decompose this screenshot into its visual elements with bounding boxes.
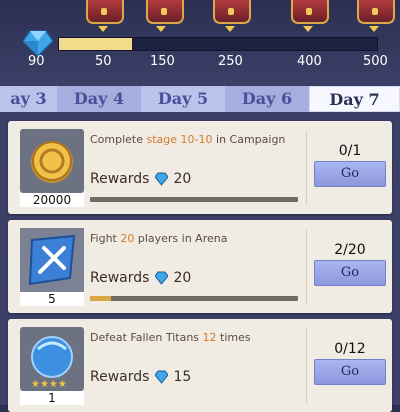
reward-icon-box (20, 129, 84, 193)
chest-icon[interactable] (291, 0, 329, 24)
reward-icon-box (20, 228, 84, 292)
quest-text: players in Arena (134, 232, 228, 245)
chest-icon[interactable] (146, 0, 184, 24)
milestone-progress-fill (59, 38, 133, 50)
quest-card: 20000 Complete stage 10-10 in Campaign R… (8, 121, 392, 214)
reward-count: 20000 (20, 193, 84, 207)
tab-day-5[interactable]: Day 5 (141, 86, 225, 112)
quest-text: Fight (90, 232, 121, 245)
tab-day-3[interactable]: ay 3 (0, 86, 57, 112)
quest-text: Complete (90, 133, 147, 146)
quest-text: in Campaign (212, 133, 286, 146)
quest-progress-text: 0/1 (338, 143, 362, 159)
go-button[interactable]: Go (314, 161, 386, 187)
go-button[interactable]: Go (314, 260, 386, 286)
milestone-label: 250 (218, 54, 243, 69)
divider (306, 329, 307, 403)
rewards-label: Rewards (90, 171, 150, 187)
svg-text:★★★★: ★★★★ (31, 379, 67, 390)
milestone-marker (303, 26, 313, 32)
quest-highlight: 20 (120, 232, 135, 245)
quest-progress-bar (90, 197, 298, 202)
day-tabs: ay 3 Day 4 Day 5 Day 6 Day 7 (0, 86, 400, 112)
quest-text: Defeat Fallen Titans (90, 331, 203, 344)
quest-text: times (216, 331, 251, 344)
quest-rewards: Rewards 20 (90, 171, 191, 187)
blue-gem-icon (22, 30, 54, 57)
quest-progress-text: 2/20 (334, 242, 366, 258)
chest-icon[interactable] (213, 0, 251, 24)
milestone-label: 150 (150, 54, 175, 69)
gold-coin-icon (31, 141, 73, 183)
quest-rewards: Rewards 20 (90, 270, 191, 286)
milestone-marker (98, 26, 108, 32)
reward-value: 20 (173, 270, 192, 286)
milestone-label: 50 (95, 54, 112, 69)
milestone-marker (225, 26, 235, 32)
milestone-marker (156, 26, 166, 32)
quest-card: ★★★★ 1 Defeat Fallen Titans 12 times Rew… (8, 319, 392, 412)
quest-card: 5 Fight 20 players in Arena Rewards 20 2… (8, 220, 392, 313)
rewards-label: Rewards (90, 270, 150, 286)
chest-icon[interactable] (86, 0, 124, 24)
blue-gem-icon (155, 370, 169, 384)
rewards-label: Rewards (90, 369, 150, 385)
milestone-bar: 90 50 150 250 400 500 (0, 0, 400, 80)
crystal-orb-icon: ★★★★ (31, 336, 73, 390)
quest-highlight: stage 10-10 (146, 133, 213, 146)
chest-icon[interactable] (357, 0, 395, 24)
quest-description: Fight 20 players in Arena (90, 232, 300, 245)
tab-day-4[interactable]: Day 4 (57, 86, 141, 112)
blue-gem-icon (155, 172, 169, 186)
quest-description: Complete stage 10-10 in Campaign (90, 133, 300, 146)
milestone-label: 500 (363, 54, 388, 69)
reward-value: 15 (173, 369, 192, 385)
reward-value: 20 (173, 171, 192, 187)
quest-highlight: 12 (202, 331, 217, 344)
divider (306, 131, 307, 205)
quest-progress-bar (90, 296, 298, 301)
quest-description: Defeat Fallen Titans 12 times (90, 331, 300, 344)
reward-icon-box: ★★★★ (20, 327, 84, 391)
reward-count: 5 (20, 292, 84, 306)
milestone-start-label: 90 (28, 54, 45, 69)
divider (306, 230, 307, 304)
blue-gem-icon (155, 271, 169, 285)
arena-scroll-icon (20, 228, 84, 292)
tab-day-7[interactable]: Day 7 (309, 86, 400, 112)
quest-progress-text: 0/12 (334, 341, 366, 357)
quest-progress-fill (90, 296, 111, 301)
milestone-progress-track (58, 37, 378, 51)
milestone-label: 400 (297, 54, 322, 69)
quest-rewards: Rewards 15 (90, 369, 191, 385)
go-button[interactable]: Go (314, 359, 386, 385)
milestone-marker (369, 26, 379, 32)
tab-day-6[interactable]: Day 6 (225, 86, 309, 112)
reward-count: 1 (20, 391, 84, 405)
